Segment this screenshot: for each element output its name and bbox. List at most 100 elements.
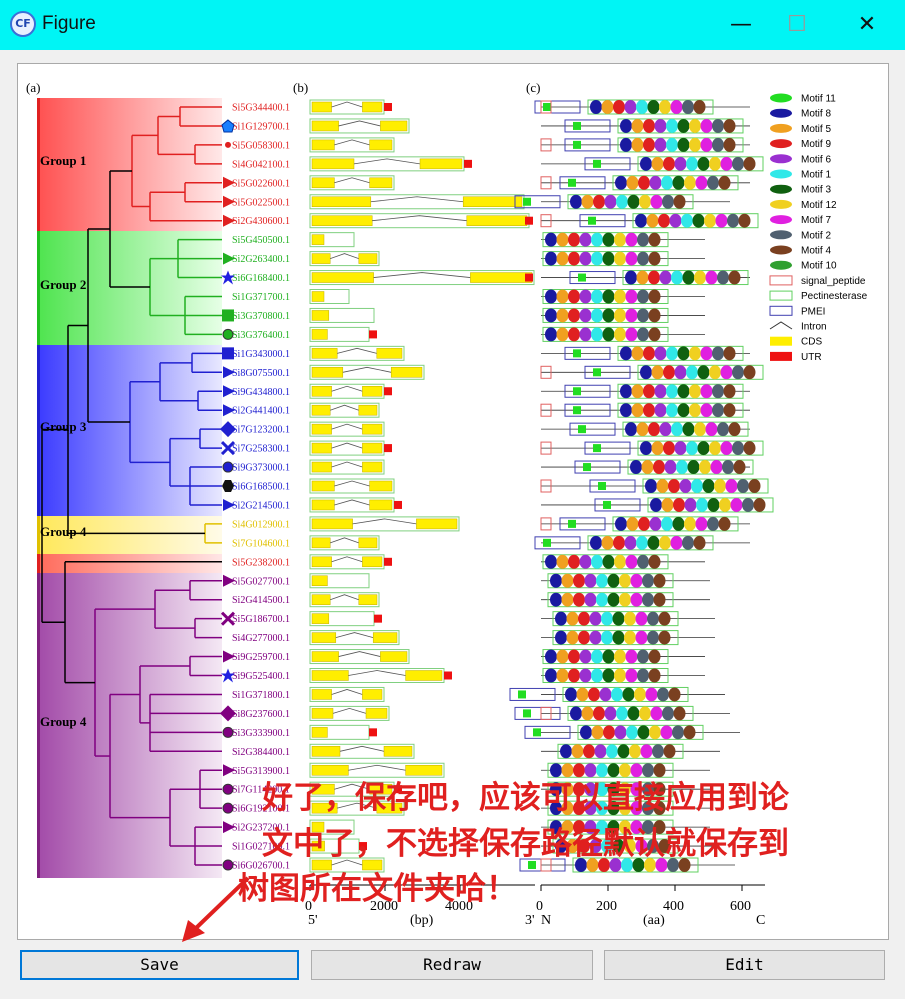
legend-item: Motif 11 <box>770 93 836 105</box>
group-1-label: Group 1 <box>40 153 86 168</box>
panel-b-label: (b) <box>293 80 308 95</box>
legend-item: Motif 10 <box>770 260 837 272</box>
motif-track <box>541 611 715 627</box>
legend-item: Motif 8 <box>770 108 831 120</box>
save-button[interactable]: Save <box>20 950 299 980</box>
gene-structure <box>309 421 385 437</box>
gene-marker-icon <box>222 859 234 871</box>
gene-label: Si5G344400.1 <box>232 103 290 114</box>
legend-label: Motif 7 <box>801 215 831 226</box>
overlay-line-1: 好了，保存吧，应该可以直接应用到论 <box>261 780 790 816</box>
motif-track <box>524 724 740 740</box>
motif-track <box>541 630 715 646</box>
gene-label: Si5G022500.1 <box>232 197 290 208</box>
gene-structure <box>309 611 382 627</box>
protein-axis-c-end: C <box>756 913 765 928</box>
motif-track <box>541 762 710 778</box>
motif-track <box>541 649 705 665</box>
legend-label: Motif 9 <box>801 139 831 150</box>
annotation-overlay: 好了，保存吧，应该可以直接应用到论 文中了，不选择保存路径默认就保存到 树图所在… <box>182 780 790 942</box>
group-4-label: Group 4 <box>40 524 87 539</box>
legend-label: Motif 12 <box>801 200 837 211</box>
motif-track <box>541 459 754 475</box>
gene-structure <box>309 762 445 778</box>
legend-item: Motif 5 <box>770 123 831 135</box>
legend-item: Motif 1 <box>770 169 831 181</box>
gene-structure <box>309 175 395 191</box>
gene-label: Si4G042100.1 <box>232 159 290 170</box>
gene-structure <box>309 592 380 608</box>
group-bands <box>37 98 222 878</box>
motif-track <box>541 270 750 286</box>
gene-structure <box>309 440 392 456</box>
legend-item: Motif 6 <box>770 154 831 165</box>
gene-marker-icon <box>222 328 234 340</box>
redraw-button[interactable]: Redraw <box>311 950 593 980</box>
protein-axis-n-end: N <box>541 913 551 928</box>
gene-structure <box>309 649 410 665</box>
gene-structure <box>309 345 405 361</box>
legend-item: Intron <box>769 321 827 333</box>
legend-label: PMEI <box>801 306 825 317</box>
gene-structure <box>309 402 380 418</box>
legend-item: signal_peptide <box>769 275 866 287</box>
motif-track <box>541 307 705 323</box>
panel-c-label: (c) <box>526 80 540 95</box>
gene-label: Si5G238200.1 <box>232 557 290 568</box>
gene-label: Si2G384400.1 <box>232 747 290 758</box>
gene-label: Si3G376400.1 <box>232 330 290 341</box>
motif-track <box>541 345 750 361</box>
motif-track <box>541 554 705 570</box>
gene-marker-icon <box>225 141 231 148</box>
figure-canvas: (a) (b) (c) Group 1 Group 2 Group 3 Grou… <box>26 80 868 942</box>
gene-structure <box>309 459 385 475</box>
motif-track <box>541 156 764 172</box>
overlay-line-3: 树图所在文件夹哈！ <box>238 871 517 907</box>
motif-track <box>540 478 769 494</box>
motif-track <box>540 137 750 153</box>
gene-label: Si1G129700.1 <box>232 121 290 132</box>
edit-button[interactable]: Edit <box>604 950 885 980</box>
protein-axis-tick-600: 600 <box>730 899 751 914</box>
motif-track <box>534 99 750 115</box>
gene-label: Si9G259700.1 <box>232 652 290 663</box>
motif-track <box>540 364 764 380</box>
motif-track <box>514 705 730 721</box>
protein-axis: 0 200 400 600 N (aa) C <box>536 884 765 928</box>
protein-axis-tick-400: 400 <box>663 899 684 914</box>
legend-label: Intron <box>801 322 827 333</box>
legend-item: Motif 3 <box>770 184 831 196</box>
motif-track <box>514 194 730 210</box>
gene-axis-unit: (bp) <box>410 913 434 928</box>
motif-track <box>540 402 750 418</box>
gene-label: Si1G371800.1 <box>232 690 290 701</box>
group-4b-label: Group 4 <box>40 714 87 729</box>
protein-axis-tick-0: 0 <box>536 899 543 914</box>
gene-label: Si3G370800.1 <box>232 311 290 322</box>
gene-marker-icon <box>222 309 234 322</box>
gene-label: Si4G277000.1 <box>232 633 290 644</box>
legend-label: Motif 3 <box>801 185 831 196</box>
gene-structure <box>309 194 525 210</box>
motif-track <box>541 326 705 342</box>
legend-label: Motif 6 <box>801 154 831 165</box>
motif-track <box>541 592 710 608</box>
legend-label: Motif 1 <box>801 170 831 181</box>
gene-structure <box>309 383 392 399</box>
legend-label: CDS <box>801 337 822 348</box>
gene-label: Si6G168400.1 <box>232 273 290 284</box>
gene-label: Si6G026700.1 <box>232 861 290 872</box>
motif-panel <box>509 99 774 873</box>
gene-structure-panel <box>309 99 535 873</box>
gene-structure <box>309 270 535 286</box>
gene-structure <box>309 724 377 740</box>
gene-marker-icon <box>222 802 234 814</box>
legend-label: Motif 11 <box>801 94 836 105</box>
gene-structure <box>309 668 452 683</box>
gene-structure <box>309 516 460 532</box>
gene-label: Si3G333900.1 <box>232 728 290 739</box>
motif-track <box>540 516 750 532</box>
motif-track <box>541 743 720 759</box>
motif-track <box>534 535 750 551</box>
gene-label: Si8G075500.1 <box>232 368 290 379</box>
